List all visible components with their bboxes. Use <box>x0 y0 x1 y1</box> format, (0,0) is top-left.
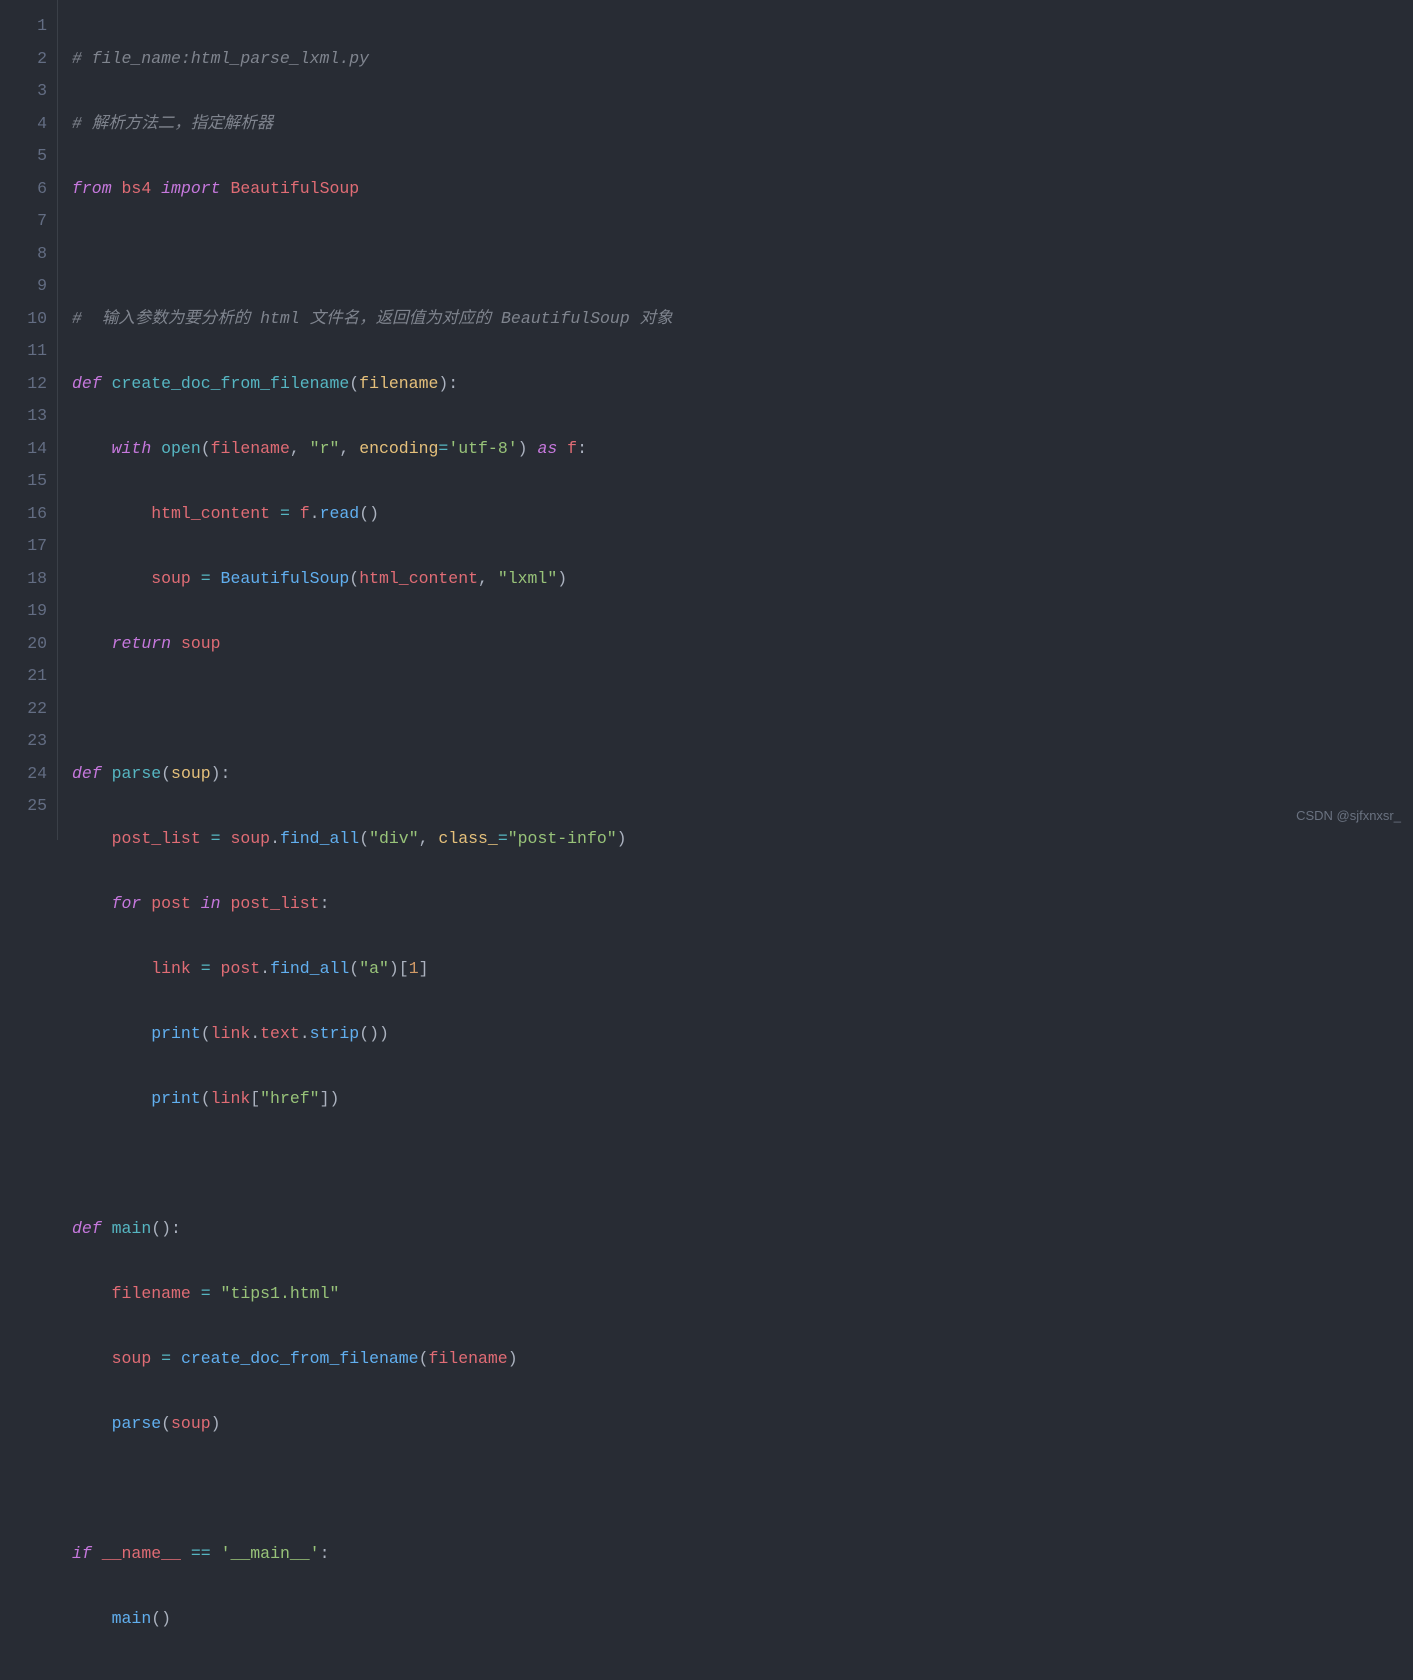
code-line[interactable]: def create_doc_from_filename(filename): <box>72 368 1413 401</box>
keyword-with: with <box>112 439 152 458</box>
code-line[interactable]: with open(filename, "r", encoding='utf-8… <box>72 433 1413 466</box>
line-number: 15 <box>0 465 47 498</box>
code-line[interactable]: print(link.text.strip()) <box>72 1018 1413 1051</box>
line-number: 12 <box>0 368 47 401</box>
line-number: 16 <box>0 498 47 531</box>
code-line[interactable] <box>72 693 1413 726</box>
code-line[interactable]: html_content = f.read() <box>72 498 1413 531</box>
line-number: 21 <box>0 660 47 693</box>
line-number: 9 <box>0 270 47 303</box>
code-line[interactable]: parse(soup) <box>72 1408 1413 1441</box>
code-line[interactable]: def parse(soup): <box>72 758 1413 791</box>
code-line[interactable]: main() <box>72 1603 1413 1636</box>
code-line[interactable]: for post in post_list: <box>72 888 1413 921</box>
function-name: create_doc_from_filename <box>112 374 350 393</box>
line-number: 4 <box>0 108 47 141</box>
builtin-open: open <box>161 439 201 458</box>
line-gutter: 1 2 3 4 5 6 7 8 9 10 11 12 13 14 15 16 1… <box>0 0 58 840</box>
comment: # 解析方法二，指定解析器 <box>72 114 273 133</box>
line-number: 24 <box>0 758 47 791</box>
line-number: 19 <box>0 595 47 628</box>
line-number: 7 <box>0 205 47 238</box>
code-line[interactable]: link = post.find_all("a")[1] <box>72 953 1413 986</box>
code-line[interactable]: filename = "tips1.html" <box>72 1278 1413 1311</box>
code-line[interactable]: # 解析方法二，指定解析器 <box>72 108 1413 141</box>
line-number: 3 <box>0 75 47 108</box>
code-line[interactable]: from bs4 import BeautifulSoup <box>72 173 1413 206</box>
code-line[interactable]: post_list = soup.find_all("div", class_=… <box>72 823 1413 856</box>
line-number: 6 <box>0 173 47 206</box>
code-line[interactable]: print(link["href"]) <box>72 1083 1413 1116</box>
code-line[interactable]: def main(): <box>72 1213 1413 1246</box>
line-number: 13 <box>0 400 47 433</box>
code-area[interactable]: # file_name:html_parse_lxml.py # 解析方法二，指… <box>58 0 1413 840</box>
keyword-from: from <box>72 179 112 198</box>
line-number: 23 <box>0 725 47 758</box>
line-number: 25 <box>0 790 47 823</box>
line-number: 17 <box>0 530 47 563</box>
comment: # file_name:html_parse_lxml.py <box>72 49 369 68</box>
line-number: 5 <box>0 140 47 173</box>
line-number: 22 <box>0 693 47 726</box>
code-line[interactable]: return soup <box>72 628 1413 661</box>
code-line[interactable]: if __name__ == '__main__': <box>72 1538 1413 1571</box>
line-number: 2 <box>0 43 47 76</box>
code-line[interactable]: soup = BeautifulSoup(html_content, "lxml… <box>72 563 1413 596</box>
imported-name: BeautifulSoup <box>230 179 359 198</box>
keyword-def: def <box>72 374 102 393</box>
code-line[interactable]: soup = create_doc_from_filename(filename… <box>72 1343 1413 1376</box>
code-line[interactable] <box>72 238 1413 271</box>
keyword-import: import <box>161 179 220 198</box>
code-line[interactable] <box>72 1148 1413 1181</box>
line-number: 18 <box>0 563 47 596</box>
line-number: 11 <box>0 335 47 368</box>
module: bs4 <box>122 179 152 198</box>
comment: # 输入参数为要分析的 html 文件名，返回值为对应的 BeautifulSo… <box>72 309 673 328</box>
code-line[interactable]: # file_name:html_parse_lxml.py <box>72 43 1413 76</box>
line-number: 1 <box>0 10 47 43</box>
code-line[interactable] <box>72 1473 1413 1506</box>
code-line[interactable]: # 输入参数为要分析的 html 文件名，返回值为对应的 BeautifulSo… <box>72 303 1413 336</box>
line-number: 8 <box>0 238 47 271</box>
param: filename <box>359 374 438 393</box>
code-editor: 1 2 3 4 5 6 7 8 9 10 11 12 13 14 15 16 1… <box>0 0 1413 840</box>
line-number: 20 <box>0 628 47 661</box>
line-number: 10 <box>0 303 47 336</box>
watermark: CSDN @sjfxnxsr_ <box>1296 800 1401 833</box>
line-number: 14 <box>0 433 47 466</box>
